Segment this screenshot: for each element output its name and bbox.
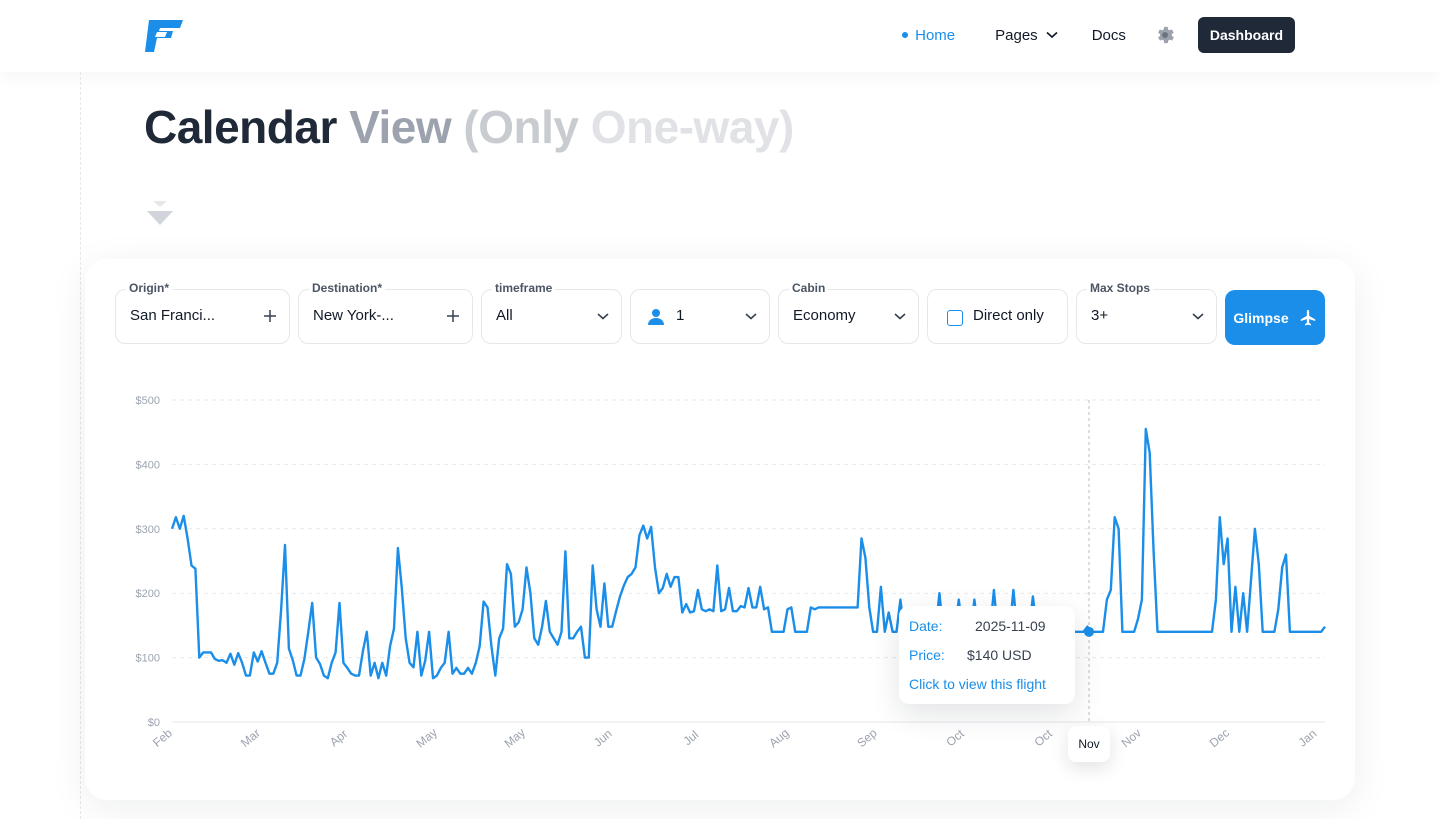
y-tick-label: $100 [136,653,160,665]
y-tick-label: $500 [136,395,160,407]
y-tick-label: $200 [136,588,160,600]
x-tick-label: Jan [1296,726,1320,749]
tooltip-date-value: 2025-11-09 [975,618,1046,634]
nav-pages-dropdown[interactable]: Pages [995,27,1058,44]
price-series-line[interactable] [170,427,1326,680]
x-tick-label: May [413,725,439,750]
search-card: Origin* San Franci... Destination* New Y… [85,259,1355,800]
view-flight-link[interactable]: Click to view this flight [909,676,1046,692]
guide-line [80,72,81,819]
tooltip-price-value: $140 USD [967,647,1032,663]
nav-home-label: Home [915,26,956,44]
active-dot [902,32,909,38]
page-title: Calendar View (Only One-way) [144,100,794,154]
dashboard-button[interactable]: Dashboard [1197,17,1295,53]
price-calendar-chart[interactable]: $0 $100 $200 $300 $400 $500 Feb Mar Apr May May Jun… [85,259,1355,779]
x-tick-label: Dec [1207,726,1232,750]
title-word-calendar: Calendar [144,101,337,153]
x-tick-label: May [502,725,528,750]
x-tick-label: Feb [150,726,175,750]
x-tick-label: Mar [238,726,263,750]
hover-point[interactable] [1084,626,1094,637]
x-tick-label: Oct [1032,726,1056,749]
x-tick-label: Jul [681,728,702,749]
y-tick-label: $300 [136,524,160,536]
tooltip-date-key: Date: [909,618,943,634]
nav-pages-label: Pages [995,26,1038,44]
x-tick-label: Aug [766,726,791,750]
hover-x-label: Nov [1068,726,1110,762]
gear-icon[interactable] [1154,24,1176,46]
y-tick-label: $0 [148,717,160,729]
nav-home-link[interactable]: Home [902,27,955,44]
chart-tooltip[interactable]: Date: 2025-11-09 Price: $140 USD Click t… [899,606,1075,704]
plane-logo-icon[interactable] [143,16,187,56]
x-tick-label: Jun [591,726,615,749]
x-tick-label: Apr [327,727,350,750]
chevron-down-icon [1046,31,1058,39]
x-tick-label: Sep [854,726,880,751]
title-word-view: View [349,101,452,153]
nav-docs-link[interactable]: Docs [1092,27,1126,44]
title-word-only: (Only [463,101,579,153]
nav-docs-label: Docs [1091,26,1126,44]
x-tick-label: Oct [943,726,967,749]
title-word-oneway: One-way) [590,101,795,153]
tooltip-price-key: Price: [909,647,945,663]
nav-links: Home Pages Docs Dashboard [902,17,1295,53]
scroll-down-icon[interactable] [147,200,173,228]
x-tick-label: Nov [1119,726,1144,750]
top-navbar: Home Pages Docs Dashboard [0,0,1440,72]
y-tick-label: $400 [136,459,160,471]
